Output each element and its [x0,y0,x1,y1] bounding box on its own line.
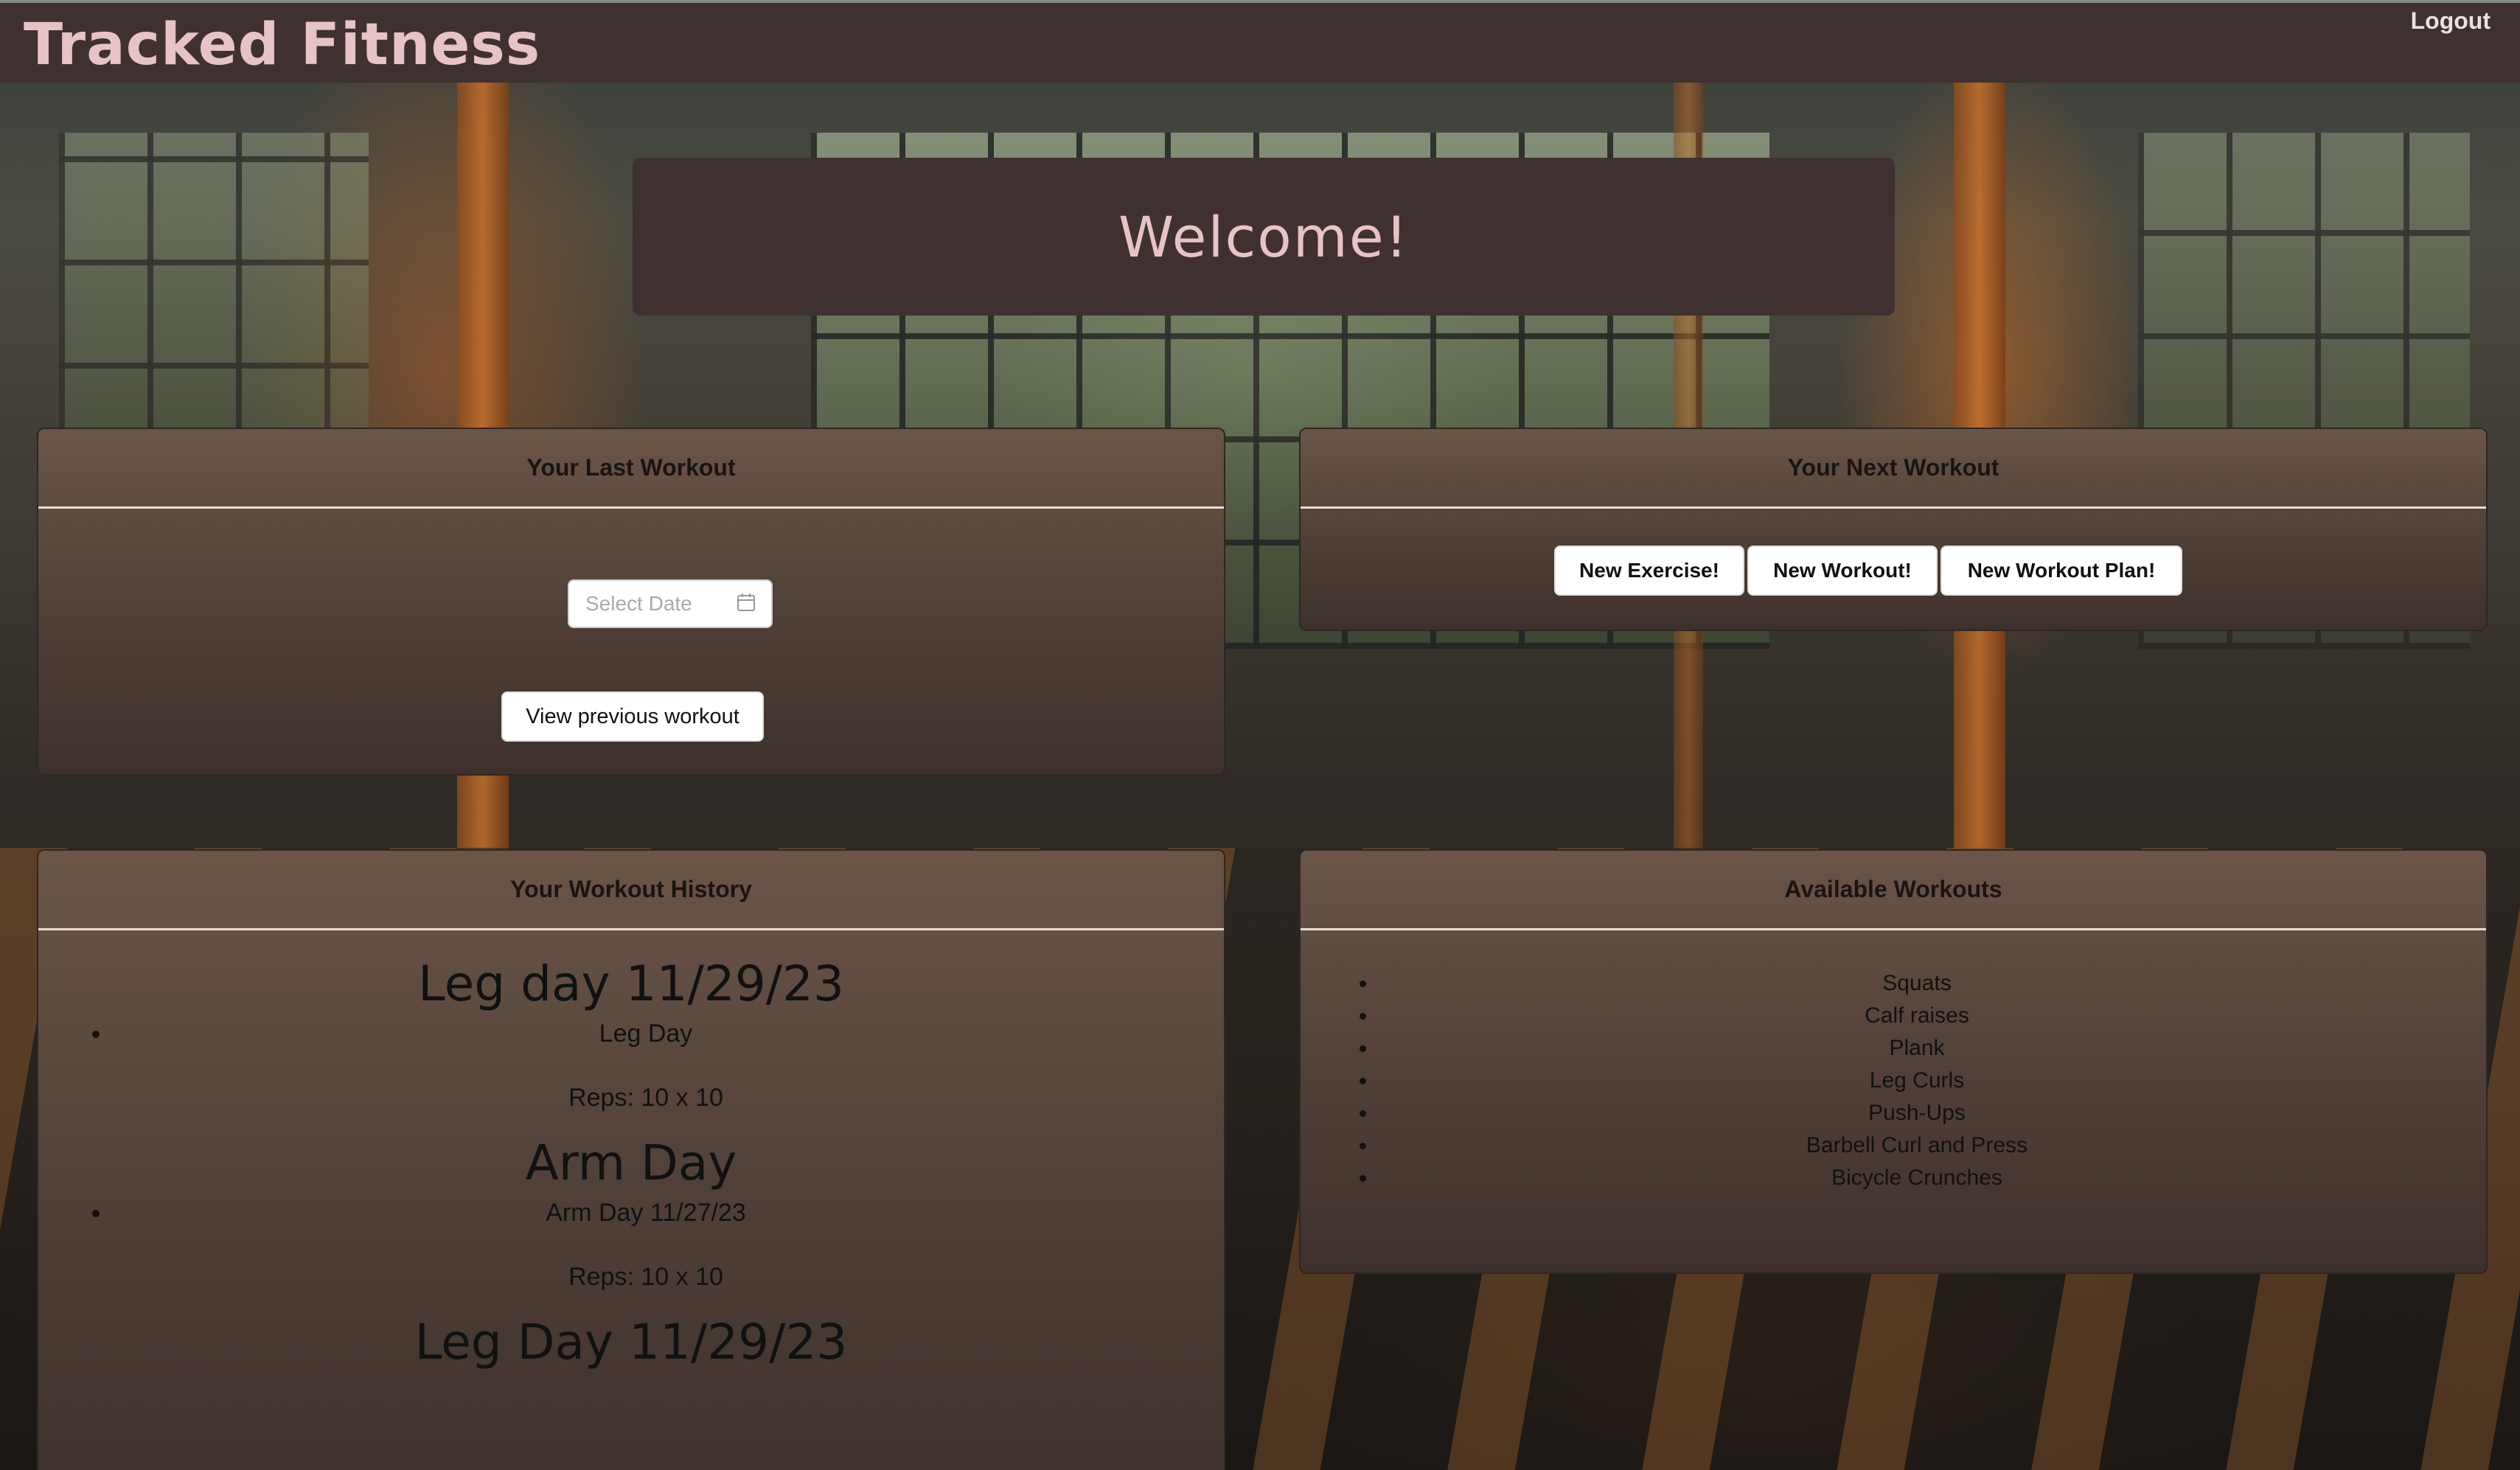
history-entry: Arm Day Arm Day 11/27/23 Reps: 10 x 10 [38,1135,1224,1292]
history-entry-item: Leg Day [112,1020,1224,1048]
new-workout-plan-button[interactable]: New Workout Plan! [1941,546,2182,596]
workout-history-list: Leg day 11/29/23 Leg Day Reps: 10 x 10 A… [38,930,1224,1370]
welcome-title: Welcome! [1118,203,1410,270]
workout-history-title: Your Workout History [510,876,752,902]
workout-history-card: Your Workout History Leg day 11/29/23 Le… [37,849,1225,1470]
history-entry-reps: Reps: 10 x 10 [568,1084,723,1112]
history-entry: Leg Day 11/29/23 [38,1314,1224,1370]
last-workout-header: Your Last Workout [38,429,1224,509]
available-workouts-title: Available Workouts [1784,876,2002,902]
new-exercise-button[interactable]: New Exercise! [1554,546,1744,596]
history-entry-item: Arm Day 11/27/23 [112,1199,1224,1227]
workout-list-item: Plank [1377,1032,2486,1065]
date-input[interactable] [584,591,727,616]
next-workout-header: Your Next Workout [1301,429,2486,509]
last-workout-card: Your Last Workout View previous workout [37,428,1225,776]
history-entry: Leg day 11/29/23 Leg Day Reps: 10 x 10 [38,955,1224,1112]
workout-list-item: Squats [1377,967,2486,1000]
view-previous-workout-button[interactable]: View previous workout [501,692,764,742]
history-entry-heading: Leg day 11/29/23 [418,955,844,1012]
available-workouts-card: Available Workouts Squats Calf raises Pl… [1299,849,2488,1274]
workout-list-item: Push-Ups [1377,1097,2486,1129]
workout-list-item: Bicycle Crunches [1377,1162,2486,1194]
welcome-banner: Welcome! [633,158,1895,316]
top-navbar: Tracked Fitness Logout [0,0,2520,83]
workout-list-item: Barbell Curl and Press [1377,1129,2486,1162]
history-entry-heading: Arm Day [525,1135,737,1191]
history-entry-heading: Leg Day 11/29/23 [414,1314,848,1370]
new-workout-button[interactable]: New Workout! [1747,546,1938,596]
next-workout-card: Your Next Workout New Exercise! New Work… [1299,428,2488,631]
workout-list-item: Leg Curls [1377,1065,2486,1097]
calendar-icon[interactable] [736,592,756,616]
workout-history-header: Your Workout History [38,851,1224,930]
last-workout-title: Your Last Workout [526,454,736,481]
workout-list-item: Calf raises [1377,1000,2486,1032]
date-picker[interactable] [568,579,773,628]
available-workouts-header: Available Workouts [1301,851,2486,930]
brand-logo[interactable]: Tracked Fitness [24,12,540,78]
next-workout-title: Your Next Workout [1787,454,1999,481]
logout-link[interactable]: Logout [2411,7,2491,35]
available-workouts-list: Squats Calf raises Plank Leg Curls Push-… [1301,967,2486,1194]
history-entry-reps: Reps: 10 x 10 [568,1263,723,1291]
